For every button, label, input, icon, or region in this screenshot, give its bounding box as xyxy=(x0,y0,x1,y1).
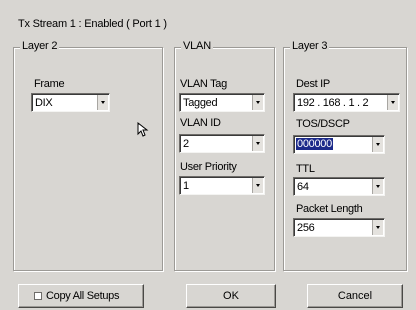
ttl-select[interactable]: 64 xyxy=(293,177,385,196)
vlan-legend: VLAN xyxy=(181,40,213,52)
copy-all-setups-checkbox[interactable] xyxy=(34,292,42,300)
window-title: Tx Stream 1 : Enabled ( Port 1 ) xyxy=(18,18,167,30)
frame-label: Frame xyxy=(34,78,65,90)
user-priority-value: 1 xyxy=(183,180,189,192)
vlan-tag-select[interactable]: Tagged xyxy=(179,93,265,112)
dest-ip-label: Dest IP xyxy=(296,78,330,90)
ttl-value: 64 xyxy=(297,181,309,193)
vlan-id-dropdown-arrow-icon[interactable] xyxy=(252,136,263,151)
user-priority-dropdown-arrow-icon[interactable] xyxy=(252,178,263,193)
ok-button[interactable]: OK xyxy=(186,284,276,308)
vlan-id-label: VLAN ID xyxy=(180,117,221,129)
vlan-id-select[interactable]: 2 xyxy=(179,134,265,153)
tos-dscp-label: TOS/DSCP xyxy=(296,118,350,130)
tos-dscp-dropdown-arrow-icon[interactable] xyxy=(372,137,383,152)
ttl-dropdown-arrow-icon[interactable] xyxy=(372,179,383,194)
vlan-id-value: 2 xyxy=(183,138,189,150)
layer3-legend: Layer 3 xyxy=(290,40,330,52)
mouse-pointer-icon xyxy=(137,122,149,137)
frame-dropdown-arrow-icon[interactable] xyxy=(97,95,108,110)
packet-length-dropdown-arrow-icon[interactable] xyxy=(372,220,383,235)
layer2-legend: Layer 2 xyxy=(20,40,60,52)
dest-ip-dropdown-arrow-icon[interactable] xyxy=(387,95,398,110)
packet-length-label: Packet Length xyxy=(296,203,363,215)
dest-ip-value: 192 . 168 . 1 . 2 xyxy=(297,97,369,109)
vlan-tag-dropdown-arrow-icon[interactable] xyxy=(252,95,263,110)
packet-length-select[interactable]: 256 xyxy=(293,218,385,237)
user-priority-label: User Priority xyxy=(180,161,237,173)
vlan-tag-value: Tagged xyxy=(183,97,218,109)
ttl-label: TTL xyxy=(296,163,315,175)
frame-value: DIX xyxy=(35,97,53,109)
tos-dscp-value: 000000 xyxy=(296,138,333,150)
user-priority-select[interactable]: 1 xyxy=(179,176,265,195)
dest-ip-select[interactable]: 192 . 168 . 1 . 2 xyxy=(293,93,400,112)
tos-dscp-select[interactable]: 000000 xyxy=(293,135,385,154)
vlan-tag-label: VLAN Tag xyxy=(180,78,227,90)
cancel-button[interactable]: Cancel xyxy=(307,284,403,308)
frame-select[interactable]: DIX xyxy=(31,93,110,112)
copy-all-setups-label: Copy All Setups xyxy=(46,290,120,302)
packet-length-value: 256 xyxy=(297,222,315,234)
